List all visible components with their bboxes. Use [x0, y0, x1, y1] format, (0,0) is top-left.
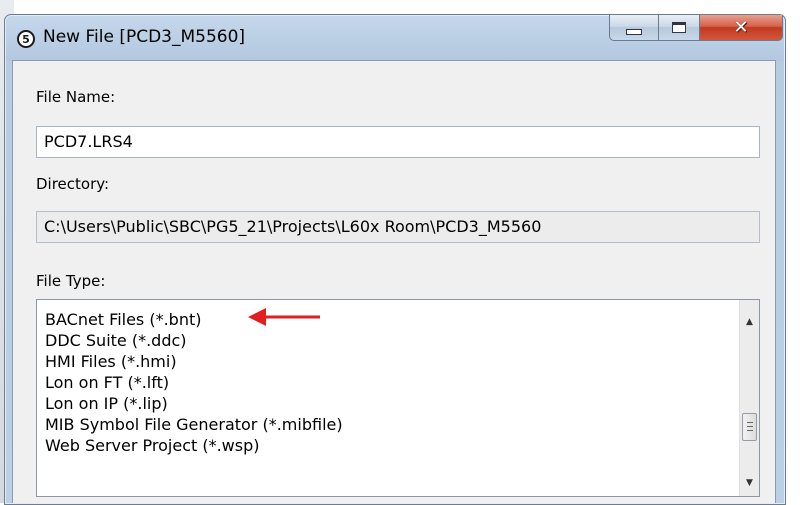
file-type-label: File Type: [36, 272, 106, 290]
close-button[interactable]: ✕ [699, 15, 783, 41]
maximize-button[interactable] [658, 15, 700, 41]
maximize-icon [672, 22, 686, 33]
grip-line [747, 426, 753, 427]
red-arrow-annotation-icon [248, 308, 320, 326]
grip-line [747, 430, 753, 431]
file-name-input[interactable]: PCD7.LRS4 [36, 126, 760, 158]
vertical-scrollbar[interactable]: ▲ ▼ [739, 300, 759, 496]
arrow-head [248, 308, 266, 326]
minimize-icon [626, 28, 642, 35]
minimize-button[interactable] [609, 15, 659, 41]
list-item[interactable]: HMI Files (*.hmi) [37, 351, 739, 372]
list-item[interactable]: DDC Suite (*.ddc) [37, 330, 739, 351]
list-item[interactable]: Lon on IP (*.lip) [37, 393, 739, 414]
chevron-up-icon: ▲ [746, 316, 753, 327]
scroll-down-button[interactable]: ▼ [740, 473, 759, 492]
directory-field: C:\Users\Public\SBC\PG5_21\Projects\L60x… [36, 211, 760, 243]
directory-label: Directory: [36, 175, 110, 193]
grip-line [747, 422, 753, 423]
file-name-label: File Name: [36, 88, 116, 106]
list-item[interactable]: MIB Symbol File Generator (*.mibfile) [37, 414, 739, 435]
list-item[interactable]: Lon on FT (*.lft) [37, 372, 739, 393]
close-icon: ✕ [733, 16, 749, 38]
saia-pg5-logo-icon: 5 [17, 30, 35, 48]
scrollbar-thumb[interactable] [742, 413, 757, 441]
title-bar[interactable]: 5 New File [PCD3_M5560] ✕ [5, 15, 785, 61]
file-type-listbox[interactable]: BACnet Files (*.bnt) DDC Suite (*.ddc) H… [36, 299, 760, 497]
file-type-list: BACnet Files (*.bnt) DDC Suite (*.ddc) H… [37, 300, 739, 496]
chevron-down-icon: ▼ [746, 477, 753, 488]
window-title: New File [PCD3_M5560] [43, 27, 246, 47]
list-item[interactable]: BACnet Files (*.bnt) [37, 309, 739, 330]
list-item[interactable]: Web Server Project (*.wsp) [37, 435, 739, 456]
scroll-up-button[interactable]: ▲ [740, 312, 759, 331]
